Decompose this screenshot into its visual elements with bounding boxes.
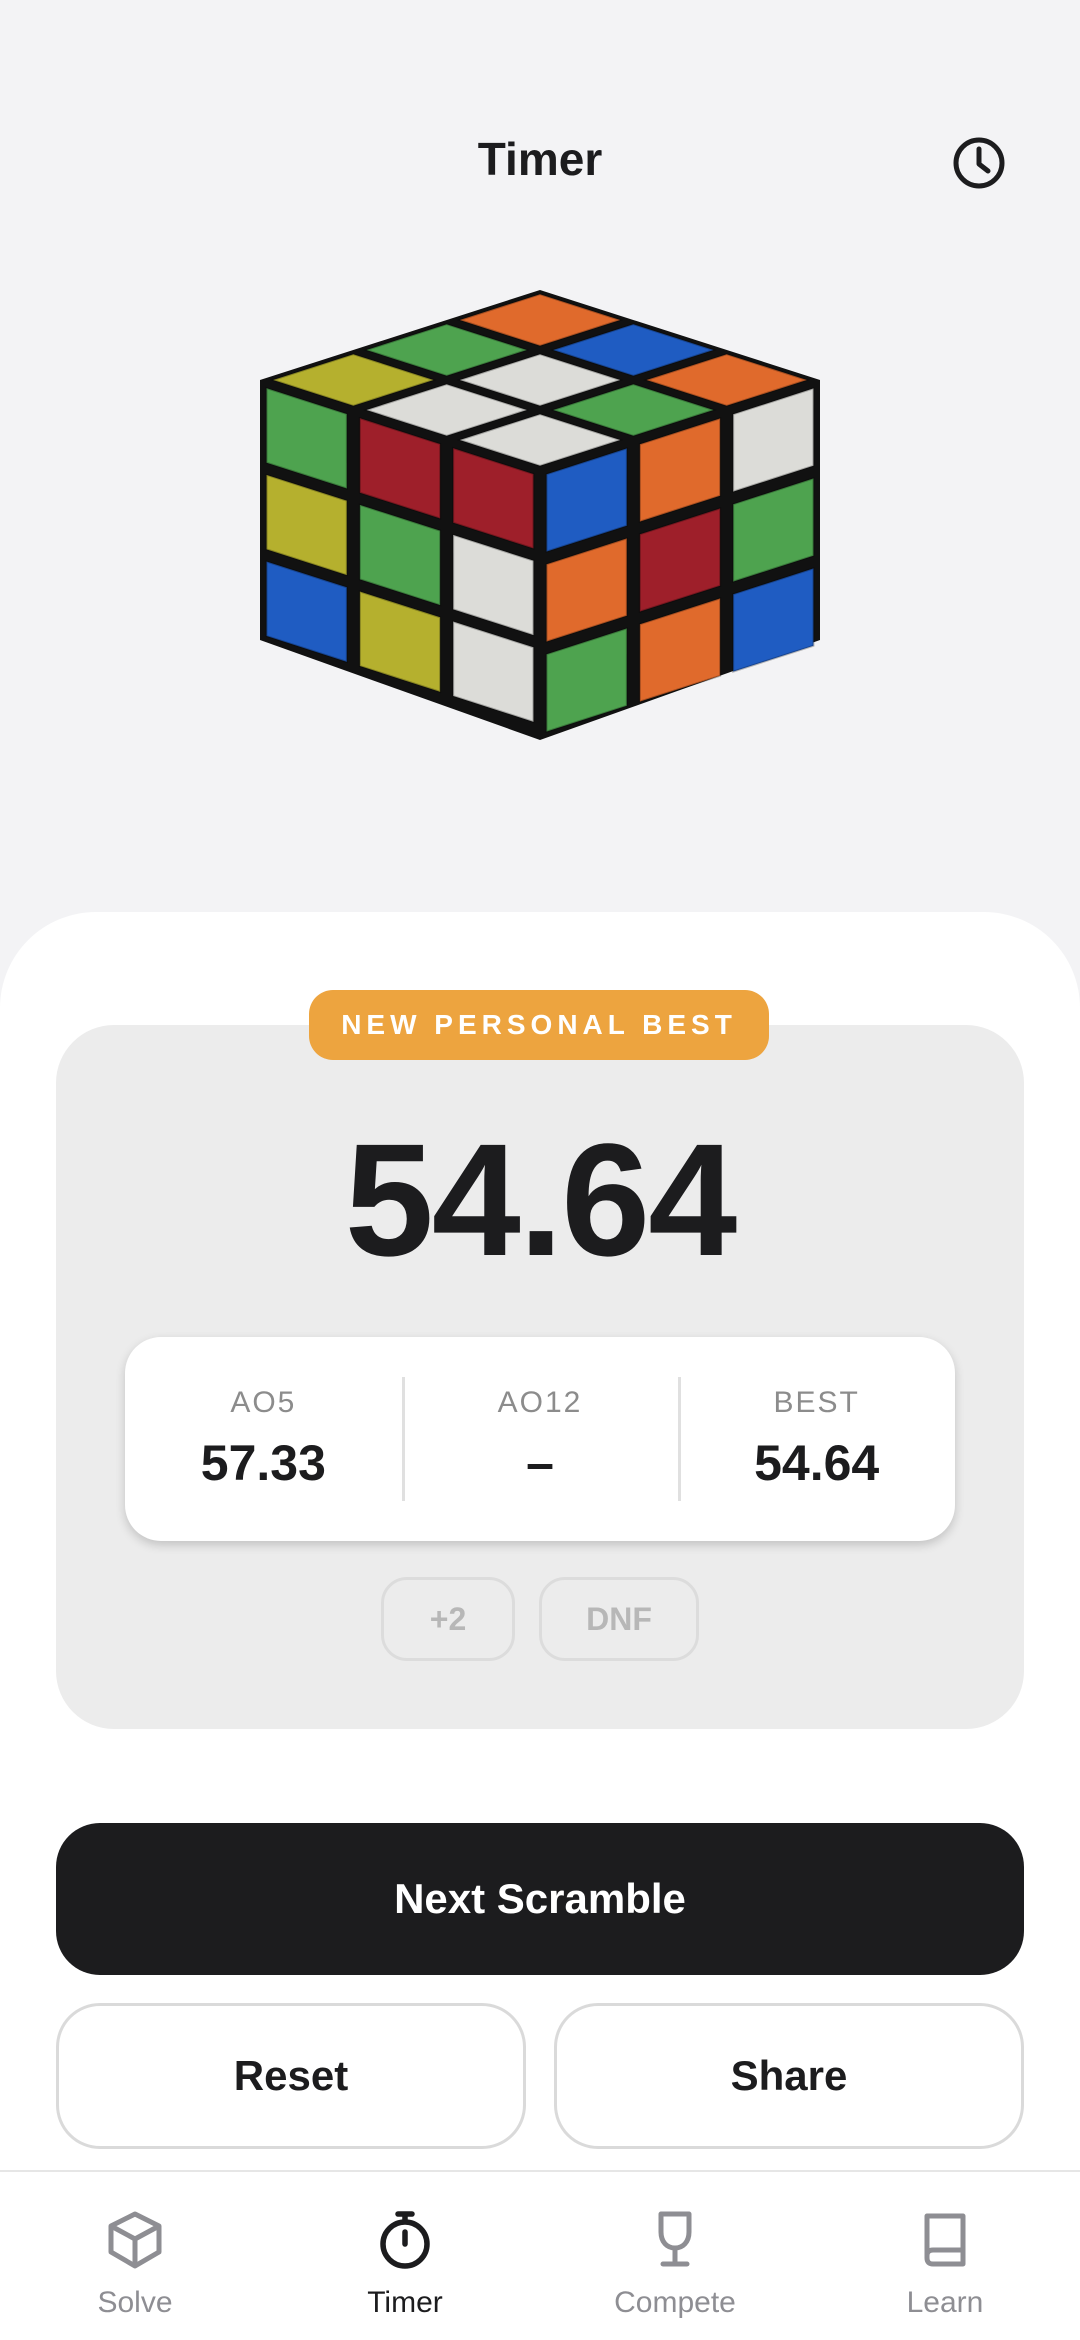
stat-ao12: AO12 – [401, 1337, 679, 1541]
stat-best: BEST 54.64 [678, 1337, 955, 1541]
stat-value: 54.64 [754, 1435, 880, 1491]
tab-timer[interactable]: Timer [270, 2172, 540, 2340]
tab-compete[interactable]: Compete [540, 2172, 810, 2340]
share-button[interactable]: Share [554, 2003, 1024, 2149]
tab-solve[interactable]: Solve [0, 2172, 270, 2340]
solve-time: 54.64 [344, 1110, 737, 1289]
personal-best-badge: NEW PERSONAL BEST [309, 990, 769, 1060]
stat-label: BEST [773, 1386, 860, 1419]
rubiks-cube-illustration [240, 270, 840, 850]
stat-value: 57.33 [200, 1435, 326, 1491]
tab-label: Timer [367, 2286, 443, 2319]
stat-value: – [526, 1435, 554, 1491]
trophy-icon [658, 2211, 692, 2267]
plus-two-penalty-button[interactable]: +2 [381, 1577, 515, 1661]
history-button[interactable] [948, 132, 1010, 194]
next-scramble-button[interactable]: Next Scramble [56, 1823, 1024, 1975]
bottom-tab-bar: Solve Timer Compete Learn [0, 2170, 1080, 2340]
tab-learn[interactable]: Learn [810, 2172, 1080, 2340]
dnf-penalty-button[interactable]: DNF [539, 1577, 699, 1661]
tab-label: Learn [906, 2286, 984, 2319]
page-title: Timer [477, 133, 603, 185]
cube-icon [108, 2211, 162, 2269]
stats-panel: AO5 57.33 AO12 – BEST 54.64 [125, 1337, 955, 1541]
reset-button[interactable]: Reset [56, 2003, 526, 2149]
stat-label: AO12 [497, 1386, 583, 1419]
stopwatch-icon [380, 2211, 430, 2269]
tab-label: Compete [614, 2286, 736, 2319]
stat-ao5: AO5 57.33 [125, 1337, 402, 1541]
book-icon [924, 2213, 966, 2267]
penalty-row: +2 DNF [0, 1577, 1080, 1661]
history-clock-icon [953, 137, 1005, 189]
tab-label: Solve [97, 2286, 173, 2319]
stat-label: AO5 [230, 1386, 297, 1419]
